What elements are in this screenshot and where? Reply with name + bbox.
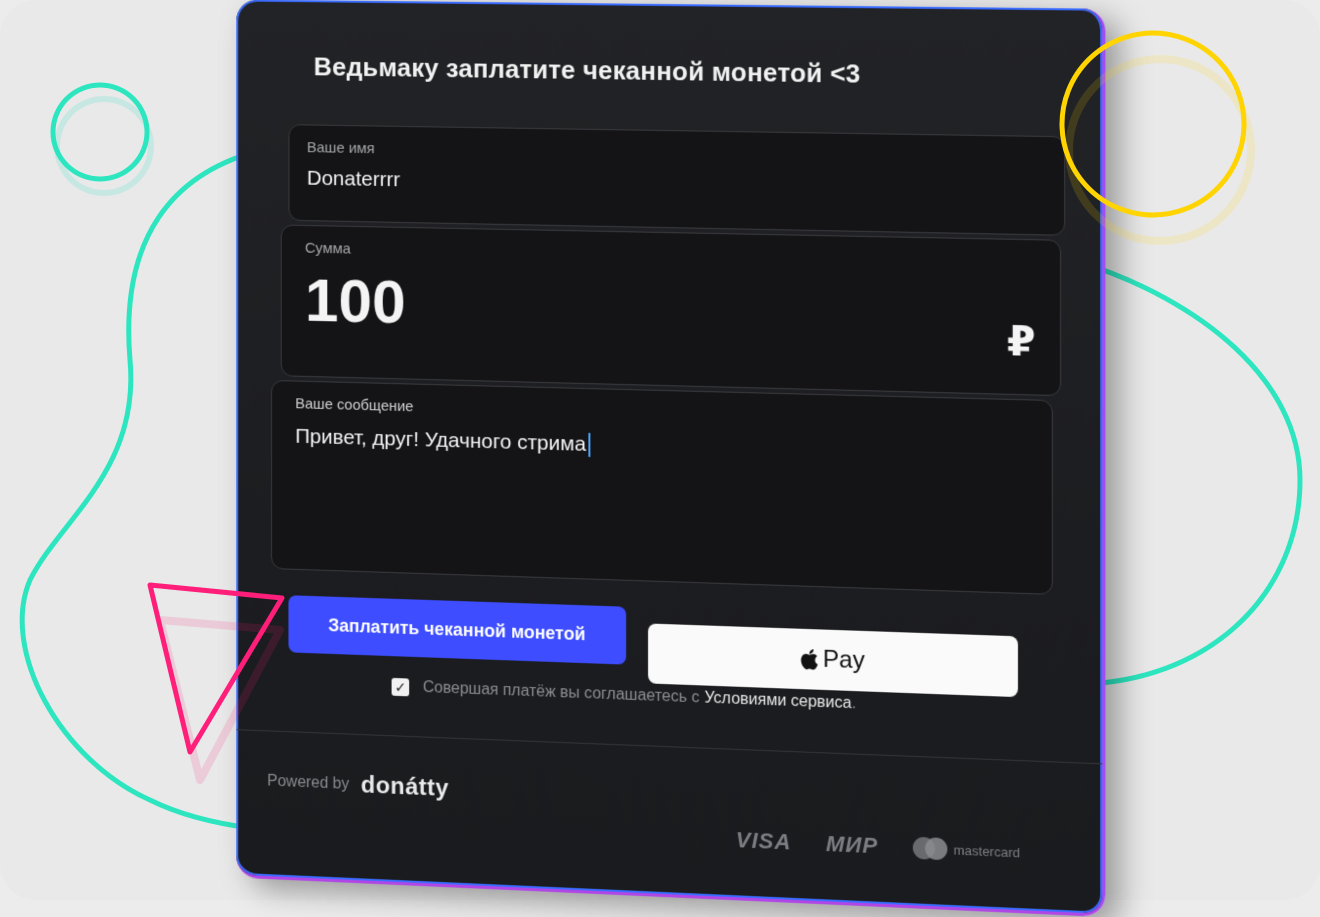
decorative-shapes-front (147, 30, 1255, 784)
